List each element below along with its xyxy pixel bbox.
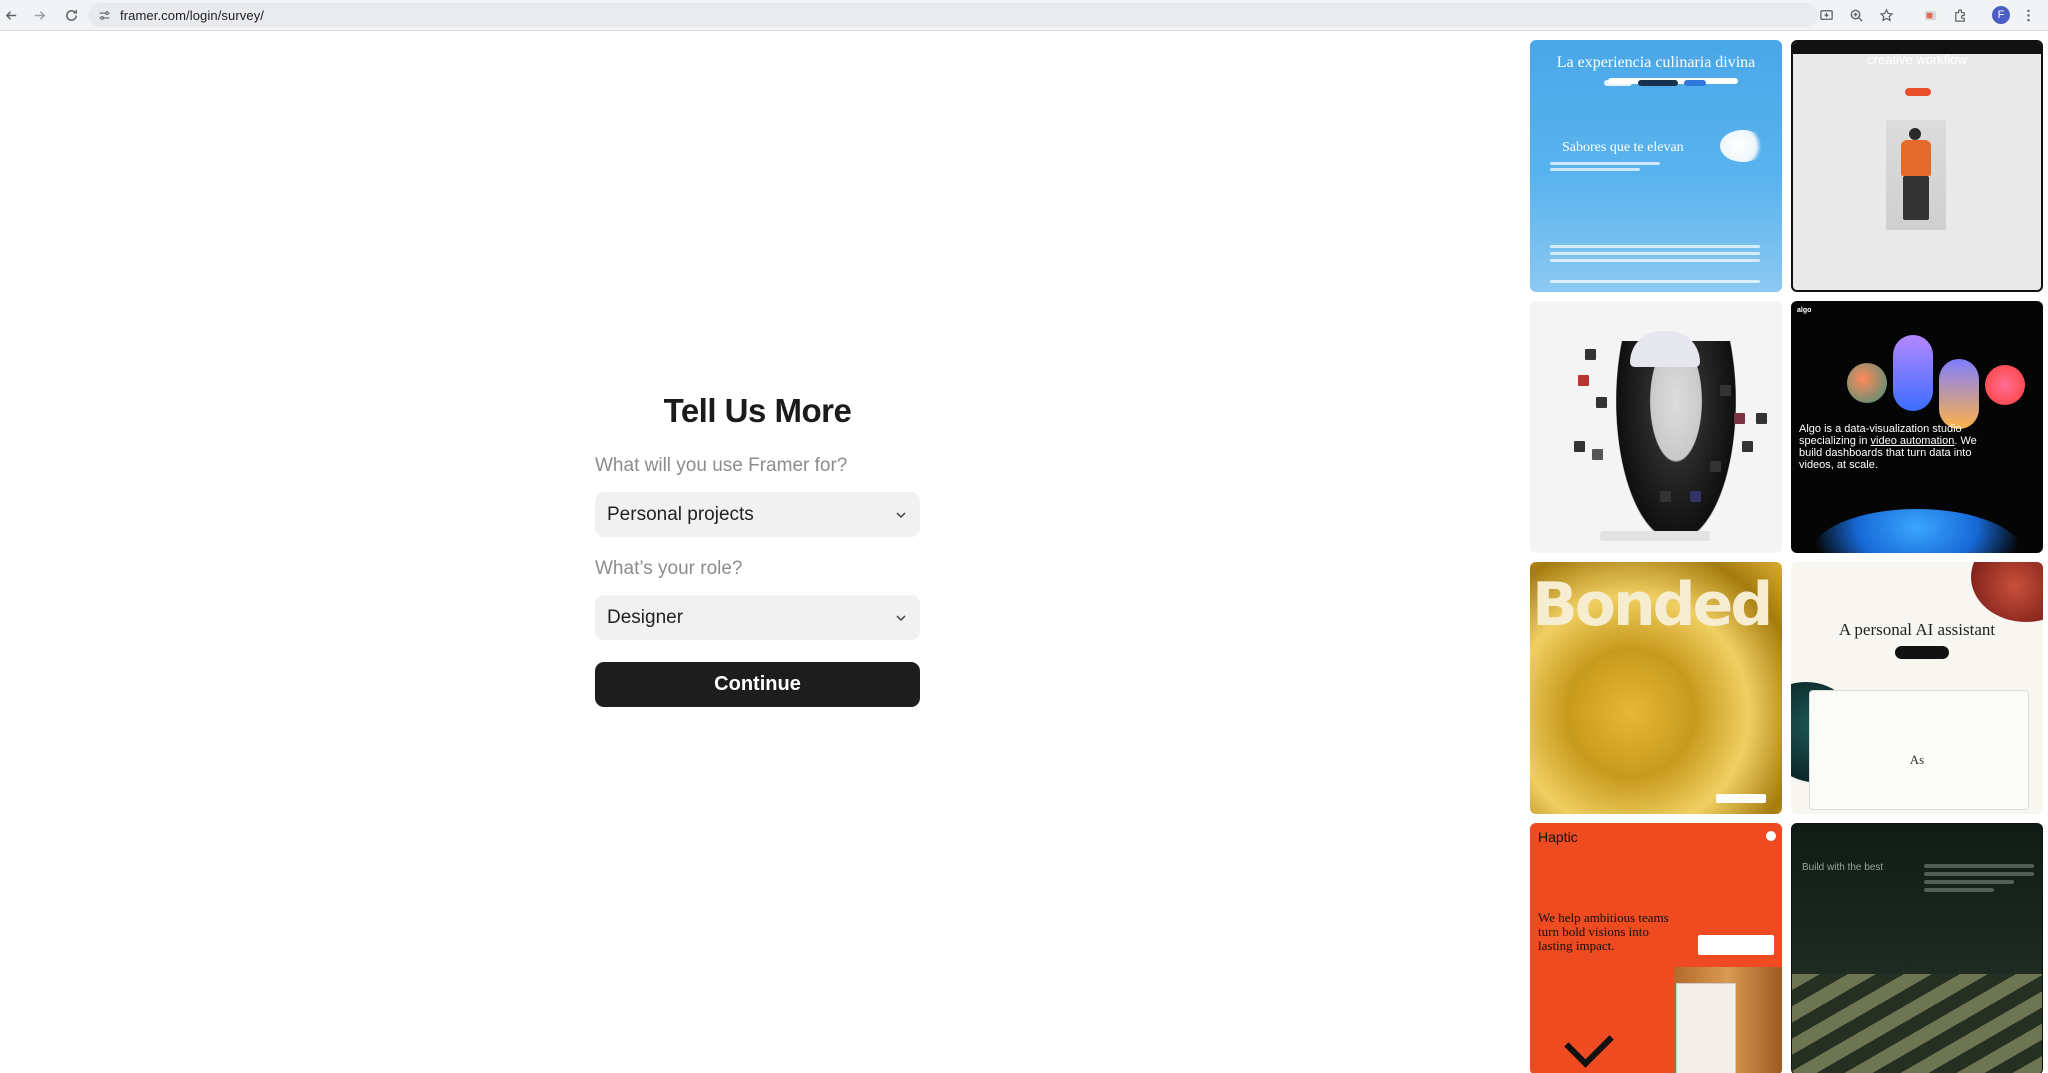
role-select-value: Designer [607, 606, 684, 628]
template-thumbnail-sonar[interactable]: Build with the best [1791, 823, 2043, 1073]
template-thumbnail-ai-assistant[interactable]: A personal AI assistant As [1791, 562, 2043, 814]
zoom-icon [1850, 9, 1863, 22]
more-vertical-icon [2026, 9, 2030, 21]
template-thumbnail-algo[interactable]: algo Algo is a data-visualization studio… [1791, 301, 2043, 553]
template-thumbnail-portrait[interactable]: creative workflow [1791, 40, 2043, 292]
chevron-down-icon [894, 508, 908, 522]
bookmark-button[interactable] [1874, 3, 1898, 27]
chevron-down-icon [894, 611, 908, 625]
site-settings-icon[interactable] [96, 7, 112, 23]
profile-photo [1616, 341, 1736, 541]
thumbnail-cta [1895, 646, 1949, 659]
thumbnail-body-text: Algo is a data-visualization studio spec… [1799, 423, 1977, 471]
thumbnail-logo: algo [1797, 307, 1812, 314]
thumbnail-subhead: Sabores que te elevan [1562, 140, 1684, 155]
forward-button[interactable] [28, 4, 50, 26]
arrow-left-icon [5, 10, 16, 20]
role-select[interactable]: Designer [595, 595, 920, 640]
template-thumbnail-culinary[interactable]: La experiencia culinaria divina Sabores … [1530, 40, 1782, 292]
template-thumbnail-collage[interactable] [1530, 301, 1782, 553]
window-text: As [1909, 752, 1925, 767]
app-window-mockup [1809, 690, 2029, 810]
thumbnail-headline: creative workflow [1867, 52, 1967, 67]
puzzle-icon [1954, 8, 1965, 22]
browser-toolbar: framer.com/login/survey/ F [0, 0, 2048, 31]
thumbnail-headline: A personal AI assistant [1838, 620, 1996, 639]
thumbnail-headline: La experiencia culinaria divina [1556, 54, 1756, 71]
template-thumbnail-haptic[interactable]: Haptic We help ambitious teams turn bold… [1530, 823, 1782, 1073]
menu-button[interactable] [2016, 3, 2040, 27]
logo-mark-icon [1564, 1018, 1614, 1068]
template-gallery: La experiencia culinaria divina Sabores … [1530, 40, 2045, 1073]
extensions-button[interactable] [1948, 3, 1972, 27]
back-button[interactable] [0, 4, 22, 26]
thumbnail-claim: We help ambitious teams turn bold vision… [1538, 910, 1669, 953]
url-text[interactable]: framer.com/login/survey/ [120, 8, 264, 23]
gradient-arc [1811, 509, 2023, 553]
reload-button[interactable] [60, 4, 82, 26]
continue-button[interactable]: Continue [595, 662, 920, 707]
use-select[interactable]: Personal projects [595, 492, 920, 537]
pattern-image [1792, 974, 2042, 1073]
page-title: Tell Us More [663, 392, 852, 429]
role-question-label: What’s your role? [595, 558, 743, 579]
close-icon [1766, 831, 1776, 841]
thumbnail-headline: Build with the best [1802, 862, 1884, 873]
survey-form: Tell Us More What will you use Framer fo… [595, 390, 920, 707]
install-app-button[interactable] [1814, 3, 1838, 27]
app-dock [1600, 531, 1710, 541]
reload-icon [65, 9, 77, 21]
use-select-value: Personal projects [607, 503, 754, 525]
extension-button[interactable] [1918, 3, 1942, 27]
zoom-button[interactable] [1844, 3, 1868, 27]
install-icon [1819, 9, 1833, 20]
address-bar[interactable]: framer.com/login/survey/ [88, 3, 1818, 27]
use-question-label: What will you use Framer for? [595, 455, 848, 476]
thumbnail-logo: Haptic [1538, 829, 1578, 845]
thumbnail-cta [1716, 794, 1766, 803]
star-icon [1879, 7, 1893, 22]
toolbar-actions: F [1814, 3, 2040, 27]
profile-avatar[interactable]: F [1992, 6, 2010, 24]
cloud-image [1720, 130, 1766, 162]
arrow-right-icon [34, 10, 45, 20]
template-thumbnail-bonded[interactable]: Bonded [1530, 562, 1782, 814]
thumbnail-wordmark: Bonded [1532, 570, 1773, 640]
extension-app-icon [1924, 10, 1936, 20]
thumbnail-cta [1905, 88, 1931, 96]
